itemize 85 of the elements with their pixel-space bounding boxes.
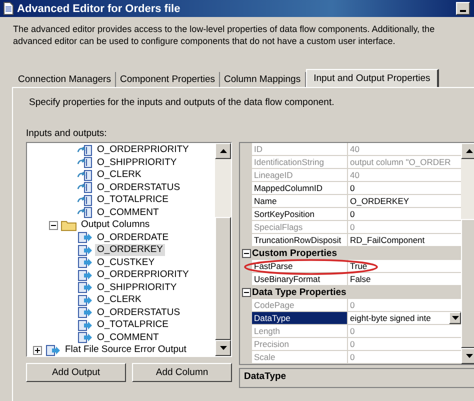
tree-item[interactable]: O_SHIPPRIORITY: [95, 156, 179, 169]
property-name[interactable]: DataType: [252, 312, 348, 325]
property-value: 0: [350, 338, 356, 350]
arrow-down-icon: [466, 354, 472, 358]
scroll-up-button[interactable]: [215, 143, 231, 159]
property-value: 0: [350, 325, 356, 337]
window-title: Advanced Editor for Orders file: [17, 2, 180, 14]
column-icon: [77, 182, 93, 194]
column-icon: [77, 294, 93, 306]
property-value: 40: [350, 143, 360, 155]
dropdown-button[interactable]: [449, 312, 461, 324]
column-icon: [45, 344, 61, 356]
column-icon: [77, 144, 93, 156]
property-value: O_ORDERKEY: [350, 195, 410, 207]
tree-item[interactable]: O_TOTALPRICE: [95, 194, 170, 206]
minimize-button[interactable]: [456, 2, 470, 15]
arrow-up-icon: [466, 149, 472, 153]
category-title: Data Type Properties: [252, 286, 346, 299]
column-icon: [77, 332, 93, 344]
property-value: 40: [350, 169, 360, 181]
property-value: 0: [350, 182, 356, 194]
column-icon: [77, 307, 93, 318]
arrow-up-icon: [220, 149, 226, 153]
tree-item[interactable]: O_ORDERDATE: [95, 232, 171, 244]
tree-item[interactable]: O_SHIPPRIORITY: [95, 282, 179, 294]
tree-item[interactable]: O_ORDERPRIORITY: [95, 144, 191, 156]
property-value: 0: [350, 351, 356, 363]
scrollbar[interactable]: [215, 143, 231, 356]
scroll-up-button[interactable]: [461, 143, 474, 159]
property-name[interactable]: FastParse: [252, 260, 348, 273]
add-button[interactable]: Add Output: [26, 363, 126, 382]
property-name[interactable]: SortKeyPosition: [252, 208, 348, 221]
scrollbar-thumb[interactable]: [215, 217, 231, 340]
tab[interactable]: Input and Output Properties: [306, 69, 440, 87]
scrollbar-thumb[interactable]: [461, 219, 474, 348]
tree-item[interactable]: O_ORDERSTATUS: [95, 306, 182, 319]
tree-item[interactable]: O_CUSTKEY: [95, 256, 157, 269]
category-title: Custom Properties: [252, 247, 337, 260]
scroll-down-button[interactable]: [461, 348, 474, 364]
tree-label: Inputs and outputs:: [26, 128, 108, 141]
property-name[interactable]: Name: [252, 195, 348, 208]
property-value: True: [350, 260, 368, 272]
expander-icon[interactable]: [49, 220, 58, 230]
column-icon: [77, 270, 93, 281]
tree-item[interactable]: Flat File Source Error Output: [63, 344, 188, 356]
scrollbar[interactable]: [461, 143, 474, 364]
tree-item[interactable]: O_COMMENT: [95, 206, 161, 219]
folder-icon: [61, 220, 77, 231]
scroll-down-button[interactable]: [215, 340, 231, 356]
column-icon: [77, 244, 93, 256]
property-value: RD_FailComponent: [350, 234, 426, 246]
expander-icon[interactable]: [33, 346, 42, 355]
collapse-icon[interactable]: [242, 249, 250, 258]
minimize-icon: [460, 10, 466, 12]
panel-hint: Specify properties for the inputs and outputs of the data flow component.: [29, 97, 336, 108]
tree-item[interactable]: O_CLERK: [95, 169, 144, 182]
column-icon: [77, 282, 93, 294]
column-icon: [77, 170, 93, 181]
tree-item[interactable]: O_ORDERKEY: [95, 244, 165, 256]
add-button[interactable]: Add Column: [132, 363, 232, 382]
property-value: 0: [350, 299, 356, 311]
tree-item[interactable]: Output Columns: [79, 219, 152, 232]
tree-item[interactable]: O_ORDERPRIORITY: [95, 269, 191, 282]
column-icon: [77, 157, 93, 168]
property-value: eight-byte signed inte: [350, 312, 432, 324]
arrow-down-icon: [220, 346, 226, 350]
property-value: False: [350, 273, 372, 285]
caret-icon: [452, 316, 458, 320]
tree-item[interactable]: O_COMMENT: [95, 332, 161, 344]
property-name[interactable]: MappedColumnID: [252, 182, 348, 195]
column-icon: [77, 257, 93, 268]
help-title: DataType: [244, 371, 286, 382]
column-icon: [77, 207, 93, 218]
description-text: The advanced editor provides access to the low-level properties of data flow components. Additionally, the advanced editor can be used to configure components that do not have a custom user interface.: [13, 23, 436, 47]
tree-item[interactable]: O_CLERK: [95, 294, 144, 306]
collapse-icon[interactable]: [242, 288, 250, 297]
property-value: 0: [350, 221, 356, 233]
column-icon: [77, 320, 93, 331]
column-icon: [77, 232, 93, 244]
tree-item[interactable]: O_TOTALPRICE: [95, 319, 170, 332]
property-value: 0: [350, 208, 356, 220]
tree-item[interactable]: O_ORDERSTATUS: [95, 182, 182, 194]
document-icon: [3, 2, 14, 15]
column-icon: [77, 194, 93, 206]
property-value: output column "O_ORDER: [350, 156, 452, 168]
